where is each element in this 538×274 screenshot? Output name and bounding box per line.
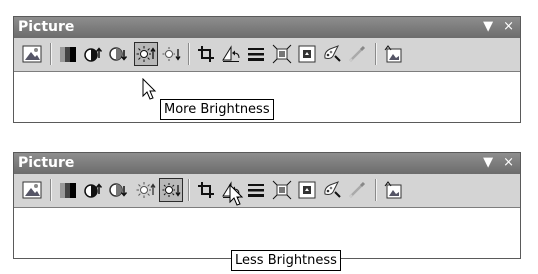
- picture-toolbar: [14, 38, 520, 72]
- set-transparent-color-icon: [349, 45, 366, 62]
- toolbar-title: Picture: [18, 155, 75, 171]
- toolbar-separator: [375, 43, 377, 65]
- close-icon[interactable]: ×: [503, 18, 514, 36]
- less-contrast-icon: [109, 47, 128, 61]
- compress-pictures-icon: [272, 44, 292, 64]
- crop-icon: [198, 46, 214, 62]
- line-style-icon: [248, 48, 264, 61]
- picture-toolbar: [14, 174, 520, 208]
- more-brightness-icon: [136, 46, 156, 62]
- crop-button[interactable]: [194, 178, 218, 202]
- text-wrapping-icon: [298, 181, 316, 199]
- color-button[interactable]: [56, 178, 80, 202]
- toolbar-separator: [50, 179, 52, 201]
- less-contrast-icon: [109, 183, 128, 197]
- less-brightness-button[interactable]: [159, 42, 183, 66]
- color-button[interactable]: [56, 42, 80, 66]
- toolbar-title-bar[interactable]: Picture ▼ ×: [14, 153, 520, 174]
- more-contrast-icon: [84, 47, 103, 62]
- toolbar-options-dropdown-icon[interactable]: ▼: [483, 18, 493, 36]
- rotate-left-icon: [222, 45, 240, 62]
- crop-button[interactable]: [194, 42, 218, 66]
- insert-picture-button[interactable]: [20, 42, 44, 66]
- format-picture-button[interactable]: [320, 178, 344, 202]
- text-wrapping-icon: [298, 45, 316, 63]
- close-icon[interactable]: ×: [503, 154, 514, 172]
- more-brightness-button[interactable]: [134, 178, 158, 202]
- toolbar-title: Picture: [18, 19, 75, 35]
- mouse-pointer-icon: [142, 78, 157, 100]
- line-style-icon: [248, 184, 264, 197]
- picture-toolbar-window: Picture ▼ ×: [13, 152, 521, 259]
- color-icon: [60, 183, 76, 198]
- compress-pictures-button[interactable]: [270, 178, 294, 202]
- more-brightness-icon: [136, 182, 156, 198]
- reset-picture-icon: [384, 181, 402, 199]
- text-wrapping-button[interactable]: [295, 178, 319, 202]
- line-style-button[interactable]: [244, 178, 268, 202]
- compress-pictures-button[interactable]: [270, 42, 294, 66]
- line-style-button[interactable]: [244, 42, 268, 66]
- less-brightness-button[interactable]: [159, 178, 183, 202]
- color-icon: [60, 47, 76, 62]
- set-transparent-color-button[interactable]: [345, 178, 369, 202]
- toolbar-separator: [50, 43, 52, 65]
- less-contrast-button[interactable]: [106, 178, 130, 202]
- more-contrast-button[interactable]: [81, 42, 105, 66]
- text-wrapping-button[interactable]: [295, 42, 319, 66]
- less-brightness-icon: [162, 47, 181, 61]
- less-contrast-button[interactable]: [106, 42, 130, 66]
- insert-picture-icon: [22, 181, 42, 199]
- rotate-left-button[interactable]: [219, 42, 243, 66]
- tooltip: Less Brightness: [231, 250, 341, 271]
- insert-picture-icon: [22, 45, 42, 63]
- more-contrast-button[interactable]: [81, 178, 105, 202]
- reset-picture-button[interactable]: [381, 42, 405, 66]
- more-brightness-button[interactable]: [134, 42, 158, 66]
- format-picture-icon: [324, 181, 341, 198]
- toolbar-separator: [188, 43, 190, 65]
- set-transparent-color-button[interactable]: [345, 42, 369, 66]
- format-picture-button[interactable]: [320, 42, 344, 66]
- compress-pictures-icon: [272, 180, 292, 200]
- crop-icon: [198, 182, 214, 198]
- set-transparent-color-icon: [349, 181, 366, 198]
- reset-picture-icon: [384, 45, 402, 63]
- more-contrast-icon: [84, 183, 103, 198]
- toolbar-separator: [188, 179, 190, 201]
- toolbar-options-dropdown-icon[interactable]: ▼: [483, 154, 493, 172]
- toolbar-separator: [375, 179, 377, 201]
- tooltip: More Brightness: [160, 99, 274, 120]
- toolbar-title-bar[interactable]: Picture ▼ ×: [14, 17, 520, 38]
- reset-picture-button[interactable]: [381, 178, 405, 202]
- mouse-pointer-icon: [229, 184, 244, 206]
- format-picture-icon: [324, 45, 341, 62]
- insert-picture-button[interactable]: [20, 178, 44, 202]
- less-brightness-icon: [162, 183, 181, 197]
